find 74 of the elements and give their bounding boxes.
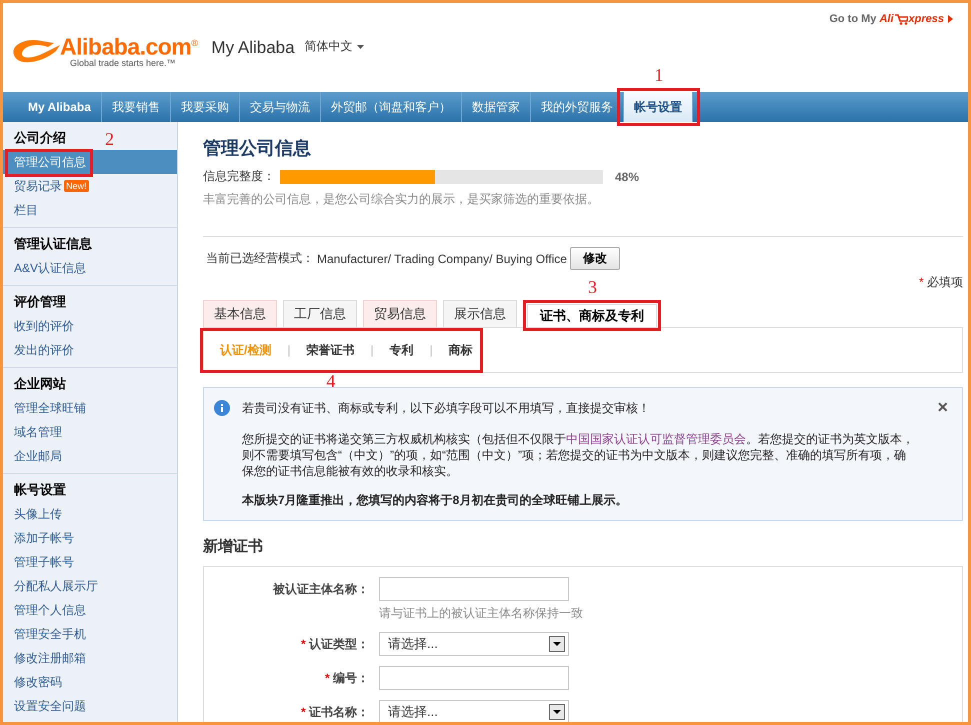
section-tab[interactable]: 展示信息: [443, 300, 517, 327]
mode-value: Manufacturer/ Trading Company/ Buying Office: [317, 252, 567, 266]
sidebar-item[interactable]: 管理个人信息: [14, 602, 86, 618]
required-note: * 必填项: [918, 274, 963, 291]
sidebar-item[interactable]: A&V认证信息: [14, 260, 86, 276]
dropdown[interactable]: 请选择...: [379, 700, 569, 722]
notice-heading: 若贵司没有证书、商标或专利，以下必填字段可以不用填写，直接提交审核！: [242, 400, 651, 416]
subtab[interactable]: 商标: [448, 342, 473, 358]
section-tab[interactable]: 贸易信息: [363, 300, 437, 327]
input-field[interactable]: [379, 666, 569, 690]
sidebar-item[interactable]: 头像上传: [14, 506, 62, 522]
separator: |: [287, 343, 290, 357]
mode-label: 当前已选经营模式：: [206, 250, 314, 267]
progress-percent: 48%: [615, 170, 640, 184]
separator: |: [370, 343, 374, 357]
sidebar-item[interactable]: 分配私人展示厅: [14, 578, 98, 594]
annotation-number: 2: [105, 130, 114, 148]
dropdown[interactable]: 请选择...: [379, 632, 569, 656]
page-title: My Alibaba: [211, 38, 295, 58]
nav-tab[interactable]: 帐号设置: [624, 92, 693, 122]
sidebar-item[interactable]: 添加子帐号: [14, 530, 74, 546]
section-tab[interactable]: 工厂信息: [283, 300, 357, 327]
separator: |: [430, 343, 433, 357]
sidebar-item[interactable]: 管理全球旺铺: [14, 400, 86, 416]
annotation-number: 4: [326, 372, 336, 390]
caret-icon: [356, 44, 364, 48]
close-button[interactable]: ×: [937, 400, 948, 414]
sidebar-heading: 公司介绍: [12, 129, 66, 147]
field-label: * 认证类型：: [300, 636, 370, 653]
annotation-number: 1: [654, 66, 664, 84]
section-heading: 新增证书: [203, 537, 264, 556]
annotation-number: 3: [588, 278, 597, 296]
sidebar-item[interactable]: 管理公司信息: [14, 154, 86, 170]
sidebar-item[interactable]: 贸易记录: [14, 178, 62, 194]
field-label: * 证书名称：: [300, 704, 370, 721]
page-heading: 管理公司信息: [203, 137, 312, 160]
sidebar-item[interactable]: 收到的评价: [14, 318, 74, 334]
sidebar-heading: 管理认证信息: [13, 235, 92, 253]
sidebar-item[interactable]: 修改密码: [14, 674, 62, 690]
sidebar-item[interactable]: 修改注册邮箱: [14, 650, 86, 666]
agency-link[interactable]: 中国国家认证认可监督管理委员会: [566, 432, 746, 446]
new-badge: New!: [64, 180, 89, 192]
notice-footer: 本版块7月隆重推出，您填写的内容将于8月初在贵司的全球旺铺上展示。: [242, 492, 926, 508]
triangle-icon: [948, 15, 953, 23]
field-label: * 编号：: [324, 670, 370, 687]
sidebar-heading: 帐号设置: [13, 481, 66, 499]
nav-tab[interactable]: 交易与物流: [240, 92, 321, 122]
sidebar-item[interactable]: 管理安全手机: [14, 626, 86, 642]
cart-icon: [894, 14, 908, 24]
section-tab[interactable]: 证书、商标及专利: [527, 304, 657, 327]
sidebar-item[interactable]: 发出的评价: [14, 342, 74, 358]
sidebar-item[interactable]: 栏目: [14, 202, 38, 218]
sidebar-item[interactable]: 域名管理: [14, 424, 62, 440]
info-icon: [214, 400, 230, 416]
notice-paragraph: 您所提交的证书将递交第三方权威机构核实（包括但不仅限于中国国家认证认可监督管理委员会。若您提交的证书为英文版本，则不需要填写包含“（中文）”的项，如“范围（中文）”项；若您提交的证书为中文版本，则建议您完整、准确的填写所有项，确保您的证书信息能被有效的收录和核实。: [242, 431, 915, 479]
nav-tab[interactable]: 数据管家: [462, 92, 531, 122]
sidebar-heading: 企业网站: [12, 375, 66, 393]
sidebar-heading: 评价管理: [12, 293, 66, 311]
alibaba-logo[interactable]: Alibaba.com$^{®}$ Global trade starts here.™: [8, 30, 198, 68]
nav-tab[interactable]: 外贸邮（询盘和客户）: [320, 92, 462, 122]
input-field[interactable]: [379, 577, 569, 601]
sidebar-item[interactable]: 企业邮局: [14, 448, 62, 464]
field-label: 被认证主体名称：: [272, 581, 370, 598]
description-text: 丰富完善的公司信息，是您公司综合实力的展示，是买家筛选的重要依据。: [203, 191, 600, 208]
language-dropdown[interactable]: 简体中文: [304, 38, 364, 55]
subtab[interactable]: 专利: [390, 342, 414, 358]
field-hint: 请与证书上的被认证主体名称保持一致: [379, 605, 583, 622]
aliexpress-link[interactable]: Go to My Ali xpress: [829, 13, 953, 25]
section-tab[interactable]: 基本信息: [203, 300, 277, 327]
edit-button[interactable]: 修改: [570, 247, 620, 270]
sidebar-item[interactable]: 管理子帐号: [14, 554, 74, 570]
progress-label: 信息完整度：: [203, 168, 276, 185]
subtab[interactable]: 荣誉证书: [306, 342, 354, 358]
sidebar-item[interactable]: 设置安全问题: [14, 698, 86, 714]
